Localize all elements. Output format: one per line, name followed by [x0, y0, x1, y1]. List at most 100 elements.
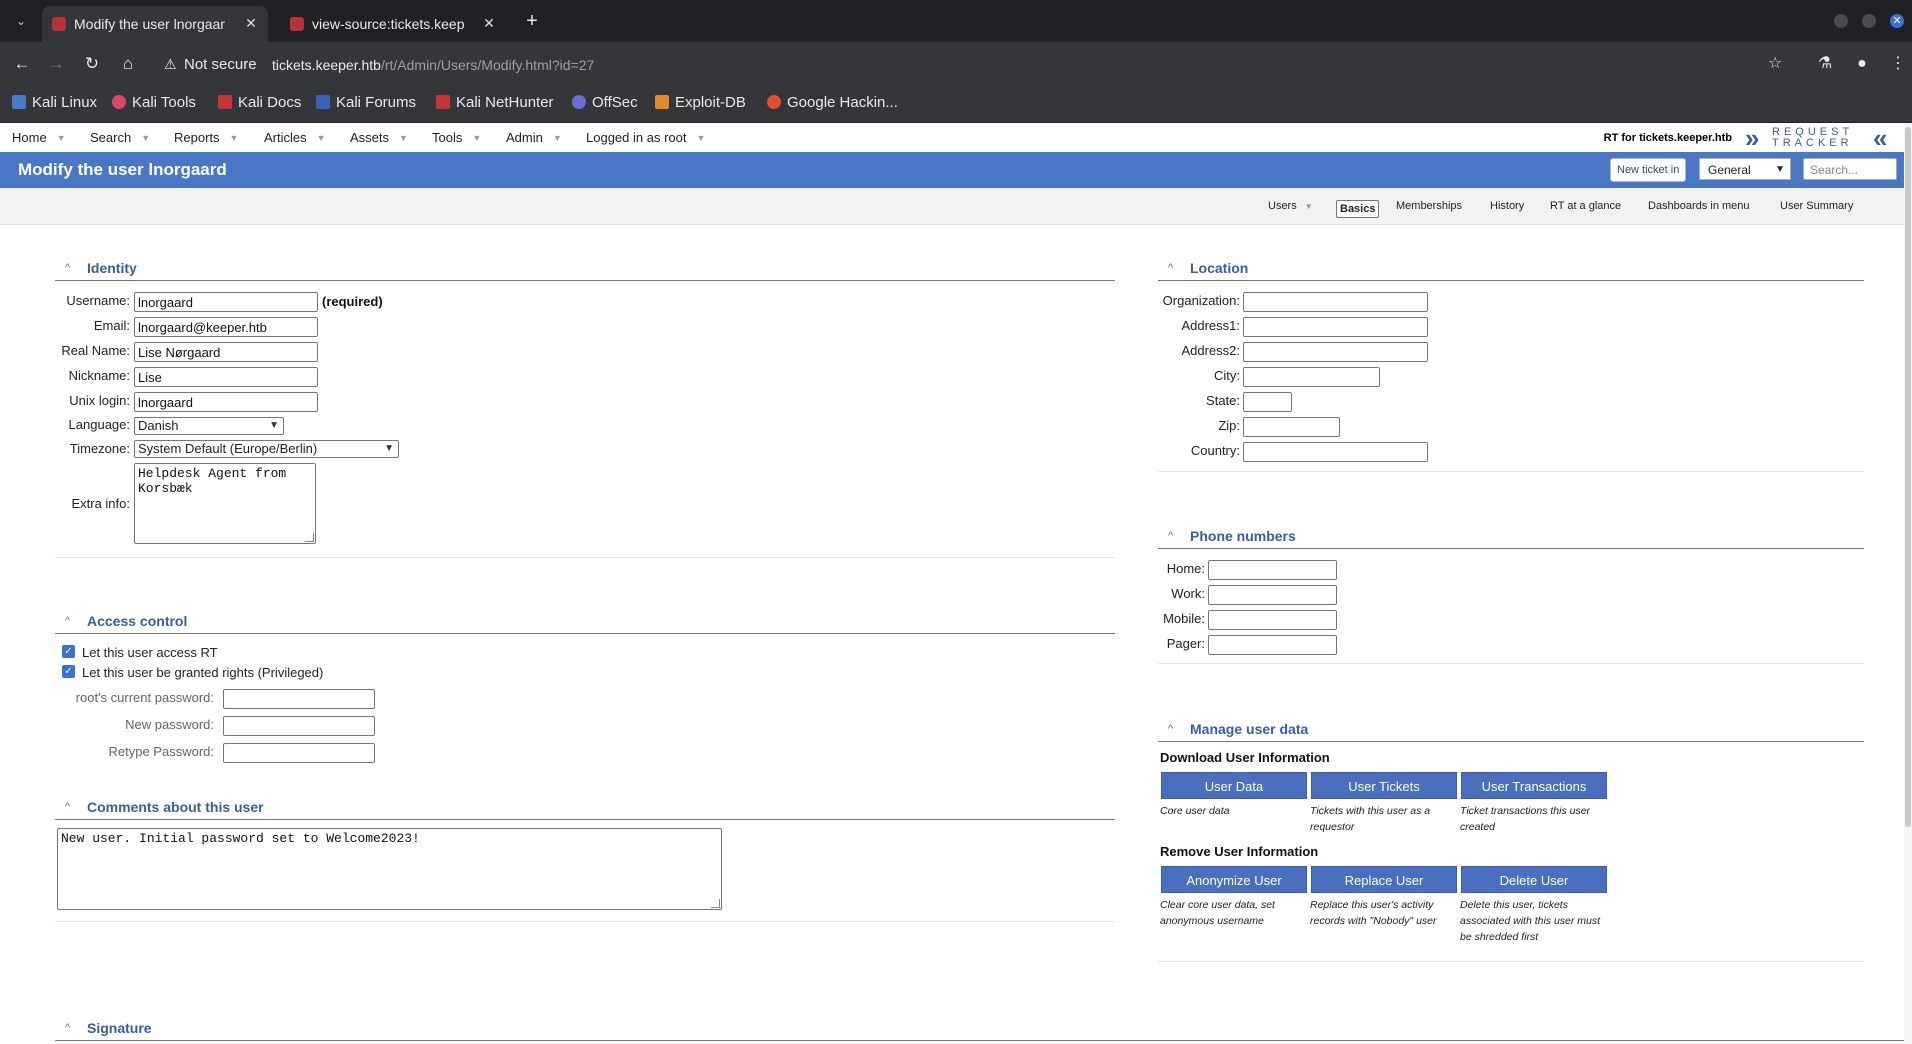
address1-field[interactable]: [1243, 317, 1428, 337]
reload-icon[interactable]: ↻: [82, 54, 102, 74]
maximize-window-button[interactable]: [1862, 14, 1876, 28]
request-tracker-logo[interactable]: » REQUEST TRACKER «: [1745, 123, 1905, 153]
access-control-section-header[interactable]: ^ Access control: [55, 613, 1115, 634]
not-secure-label[interactable]: Not secure: [184, 56, 257, 73]
extra-info-textarea[interactable]: Helpdesk Agent from Korsbæk: [134, 463, 316, 544]
subnav-dashboards-in-menu[interactable]: Dashboards in menu: [1648, 200, 1750, 212]
address-bar[interactable]: ⚠ Not secure tickets.keeper.htb/rt/Admin…: [158, 48, 1768, 80]
page-scrollbar[interactable]: [1904, 123, 1912, 1044]
collapse-chevron-icon[interactable]: ^: [65, 801, 70, 813]
identity-section-header[interactable]: ^ Identity: [55, 260, 1115, 281]
collapse-chevron-icon[interactable]: ^: [1168, 530, 1173, 542]
resize-grip-icon[interactable]: [305, 533, 314, 542]
nav-articles[interactable]: Articles ▼: [264, 130, 326, 145]
forward-arrow-icon[interactable]: →: [46, 54, 66, 74]
current-password-field[interactable]: [223, 689, 375, 709]
delete-user-button[interactable]: Delete User: [1461, 866, 1607, 893]
minimize-window-button[interactable]: [1834, 14, 1848, 28]
comments-textarea[interactable]: New user. Initial password set to Welcom…: [57, 828, 722, 910]
nickname-field[interactable]: Lise: [134, 367, 318, 387]
user-data-button[interactable]: User Data: [1161, 772, 1307, 799]
city-field[interactable]: [1243, 367, 1380, 387]
work-phone-field[interactable]: [1208, 585, 1337, 605]
new-ticket-button[interactable]: New ticket in: [1610, 158, 1687, 182]
menu-kebab-icon[interactable]: ⋮: [1888, 54, 1908, 74]
quick-search-input[interactable]: Search...: [1803, 158, 1897, 180]
new-password-field[interactable]: [223, 716, 375, 736]
subnav-user-summary[interactable]: User Summary: [1780, 200, 1853, 212]
home-icon[interactable]: ⌂: [118, 54, 138, 74]
collapse-chevron-icon[interactable]: ^: [1168, 723, 1173, 735]
bookmark-star-icon[interactable]: ☆: [1765, 54, 1785, 74]
profile-icon[interactable]: ●: [1852, 54, 1872, 74]
bookmark-kali-nethunter[interactable]: Kali NetHunter: [436, 94, 554, 114]
subnav-users[interactable]: Users ▼: [1268, 200, 1313, 212]
resize-grip-icon[interactable]: [711, 899, 720, 908]
bookmark-kali-linux[interactable]: Kali Linux: [12, 94, 97, 114]
pager-field[interactable]: [1208, 635, 1337, 655]
tab-view-source[interactable]: view-source:tickets.keep ✕: [280, 6, 506, 42]
close-tab-icon[interactable]: ✕: [480, 14, 498, 32]
signature-section-header[interactable]: ^ Signature: [55, 1020, 1912, 1041]
subnav-memberships[interactable]: Memberships: [1396, 200, 1462, 212]
bookmark-offsec[interactable]: OffSec: [572, 94, 638, 114]
subnav-basics[interactable]: Basics: [1336, 200, 1380, 218]
language-select[interactable]: Danish ▼: [134, 417, 284, 435]
bookmark-kali-forums[interactable]: Kali Forums: [316, 94, 416, 114]
new-tab-plus-icon[interactable]: +: [520, 9, 544, 33]
subnav-rt-at-a-glance[interactable]: RT at a glance: [1550, 200, 1621, 212]
collapse-chevron-icon[interactable]: ^: [65, 615, 70, 627]
privileged-checkbox[interactable]: ✓: [62, 665, 75, 678]
mobile-phone-field[interactable]: [1208, 610, 1337, 630]
user-tickets-button[interactable]: User Tickets: [1311, 772, 1457, 799]
bookmark-kali-docs[interactable]: Kali Docs: [218, 94, 301, 114]
retype-password-field[interactable]: [223, 743, 375, 763]
labs-flask-icon[interactable]: ⚗: [1815, 54, 1835, 74]
bookmark-label: Kali NetHunter: [456, 94, 554, 111]
nav-logged-in[interactable]: Logged in as root ▼: [586, 130, 705, 145]
subnav-history[interactable]: History: [1490, 200, 1524, 212]
comments-section-header[interactable]: ^ Comments about this user: [55, 799, 1115, 820]
replace-user-button[interactable]: Replace User: [1311, 866, 1457, 893]
email-field[interactable]: lnorgaard@keeper.htb: [134, 317, 318, 337]
collapse-chevron-icon[interactable]: ^: [65, 1022, 70, 1034]
nav-search[interactable]: Search ▼: [90, 130, 150, 145]
url-text[interactable]: tickets.keeper.htb/rt/Admin/Users/Modify…: [272, 57, 594, 73]
manage-user-data-section-header[interactable]: ^ Manage user data: [1158, 721, 1864, 742]
tab-modify-user[interactable]: Modify the user lnorgaar ✕: [42, 6, 268, 42]
queue-select[interactable]: General ▼: [1699, 158, 1791, 180]
unix-login-field[interactable]: lnorgaard: [134, 392, 318, 412]
address2-field[interactable]: [1243, 342, 1428, 362]
country-field[interactable]: [1243, 442, 1428, 462]
nav-admin[interactable]: Admin ▼: [506, 130, 562, 145]
scrollbar-thumb[interactable]: [1905, 127, 1911, 827]
collapse-chevron-icon[interactable]: ^: [65, 262, 70, 274]
bookmark-kali-tools[interactable]: Kali Tools: [112, 94, 196, 114]
bookmark-label: OffSec: [592, 94, 638, 111]
nav-tools[interactable]: Tools ▼: [432, 130, 481, 145]
organization-field[interactable]: [1243, 292, 1428, 312]
state-field[interactable]: [1243, 392, 1292, 412]
close-window-button[interactable]: ✕: [1890, 14, 1904, 28]
nav-assets[interactable]: Assets ▼: [350, 130, 408, 145]
close-tab-icon[interactable]: ✕: [242, 14, 260, 32]
timezone-select[interactable]: System Default (Europe/Berlin) ▼: [134, 440, 399, 458]
nav-home[interactable]: Home ▼: [12, 130, 66, 145]
zip-field[interactable]: [1243, 417, 1340, 437]
collapse-chevron-icon[interactable]: ^: [1168, 262, 1173, 274]
bookmark-google-hacking[interactable]: Google Hackin...: [767, 94, 898, 114]
username-field[interactable]: lnorgaard: [134, 292, 318, 312]
user-transactions-button[interactable]: User Transactions: [1461, 772, 1607, 799]
bookmark-exploit-db[interactable]: Exploit-DB: [655, 94, 746, 114]
nav-reports[interactable]: Reports ▼: [174, 130, 238, 145]
anonymize-user-button[interactable]: Anonymize User: [1161, 866, 1307, 893]
location-section-header[interactable]: ^ Location: [1158, 260, 1864, 281]
home-phone-field[interactable]: [1208, 560, 1337, 580]
city-label: City:: [1214, 368, 1240, 383]
rt-access-checkbox[interactable]: ✓: [62, 645, 75, 658]
real-name-field[interactable]: Lise Nørgaard: [134, 342, 318, 362]
back-arrow-icon[interactable]: ←: [12, 54, 32, 74]
tab-search-chevron-icon[interactable]: ⌄: [10, 10, 32, 32]
phone-numbers-section-header[interactable]: ^ Phone numbers: [1158, 528, 1864, 549]
user-data-hint: Core user data: [1160, 805, 1230, 817]
